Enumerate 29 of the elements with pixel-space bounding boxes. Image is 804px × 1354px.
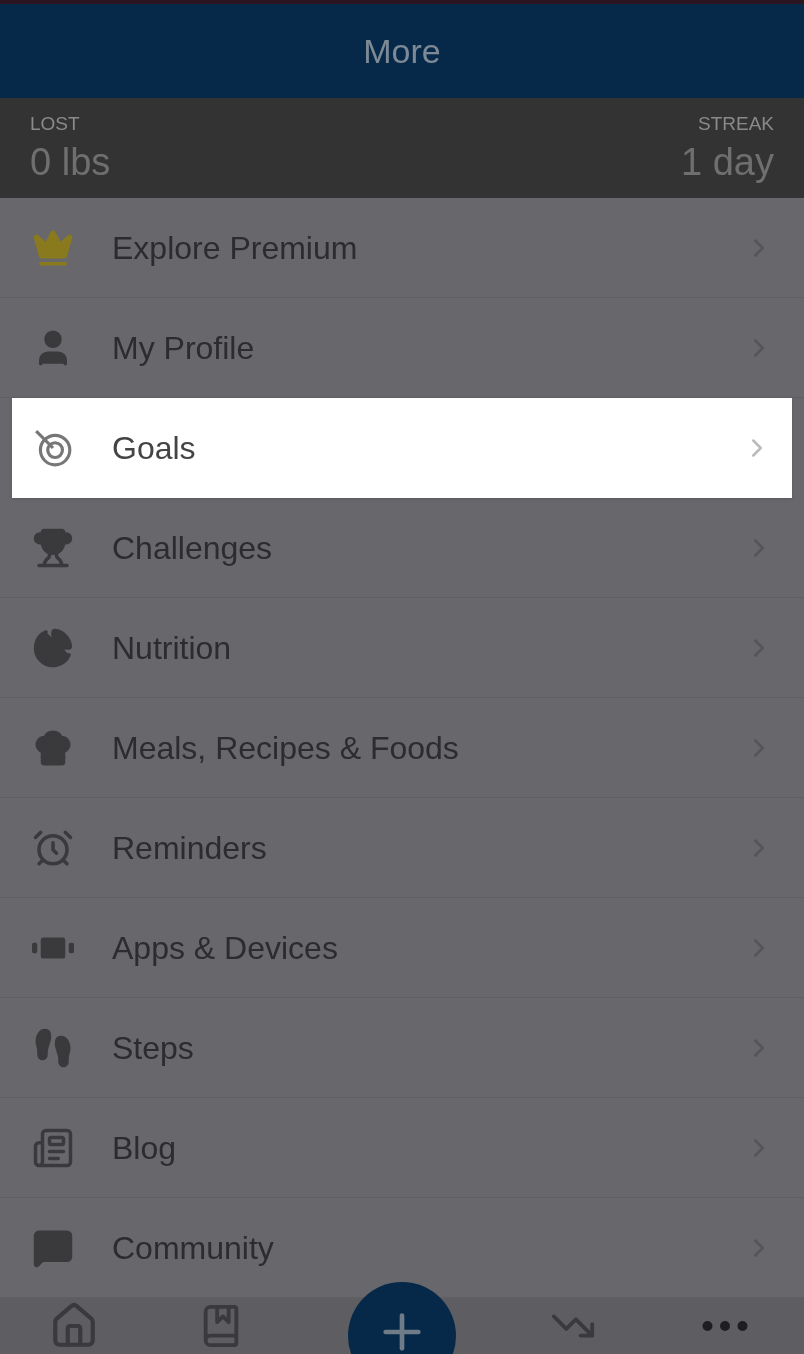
trophy-icon — [32, 526, 74, 569]
stat-label: STREAK — [697, 112, 774, 136]
target-icon — [32, 427, 74, 469]
menu-label: Community — [112, 1228, 275, 1268]
menu-item[interactable]: Goals — [12, 398, 792, 498]
menu-label: Steps — [112, 1028, 195, 1068]
menu-item[interactable]: Challenges — [0, 498, 804, 598]
menu-item[interactable]: Meals, Recipes & Foods — [0, 698, 804, 798]
menu-item[interactable]: Nutrition — [0, 598, 804, 698]
menu-label: Apps & Devices — [112, 928, 339, 968]
menu-label: My Profile — [112, 328, 256, 368]
menu-item[interactable]: Explore Premium — [0, 198, 804, 298]
menu-label: Goals — [112, 429, 197, 468]
stat-value: 1 day — [681, 139, 774, 185]
pie-chart-icon — [32, 626, 74, 669]
stat-value: 0 lbs — [30, 139, 111, 185]
menu-label: Explore Premium — [112, 228, 359, 268]
menu-item[interactable]: Reminders — [0, 798, 804, 898]
menu-label: Reminders — [112, 828, 268, 868]
menu-item[interactable]: Blog — [0, 1098, 804, 1198]
menu-label: Blog — [112, 1128, 178, 1168]
menu-label: Challenges — [112, 528, 274, 568]
menu-label: Nutrition — [112, 628, 233, 668]
menu-item[interactable]: Steps — [0, 998, 804, 1098]
newspaper-icon — [32, 1126, 74, 1169]
menu-label: Meals, Recipes & Foods — [112, 728, 460, 768]
menu-item[interactable]: Apps & Devices — [0, 898, 804, 998]
stat-label: LOST — [30, 112, 81, 136]
page-title: More — [363, 30, 441, 72]
